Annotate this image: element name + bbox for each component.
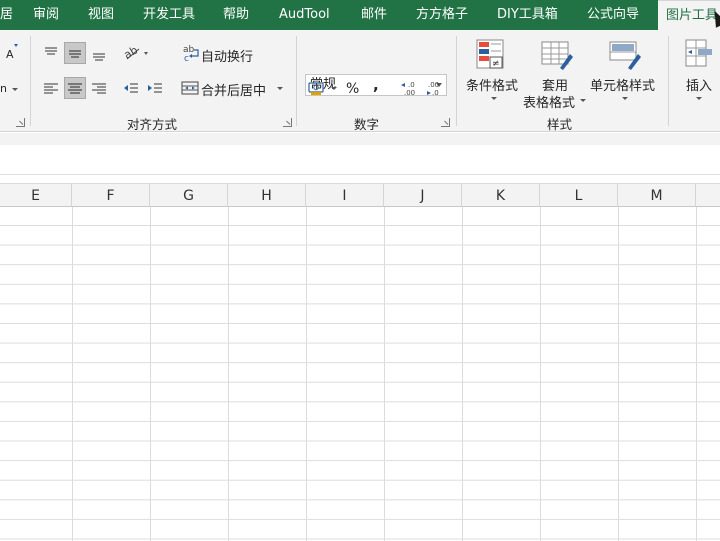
svg-text:.00: .00 bbox=[428, 81, 439, 89]
svg-text:.0: .0 bbox=[408, 81, 415, 89]
align-center-button[interactable] bbox=[64, 77, 86, 99]
tab-audtool[interactable]: AudTool bbox=[279, 0, 330, 30]
cell-styles-icon bbox=[608, 40, 642, 72]
grid-column-line bbox=[696, 207, 697, 541]
grid-column-line bbox=[150, 207, 151, 541]
column-header-f[interactable]: F bbox=[72, 184, 150, 207]
svg-text:c: c bbox=[184, 54, 189, 63]
increase-decimal-button[interactable]: .0.00 bbox=[398, 77, 420, 99]
conditional-format-button[interactable]: 条件格式 bbox=[466, 75, 518, 94]
text-orientation-button[interactable]: ab bbox=[120, 42, 152, 64]
alignment-group-label: 对齐方式 bbox=[127, 117, 178, 132]
align-right-button[interactable] bbox=[88, 77, 110, 99]
worksheet-grid[interactable] bbox=[0, 207, 720, 541]
font-shrink-arrow-icon bbox=[14, 44, 18, 47]
column-header-h[interactable]: H bbox=[228, 184, 306, 207]
column-header-e[interactable]: E bbox=[0, 184, 72, 207]
tab-mail[interactable]: 邮件 bbox=[361, 0, 387, 30]
tab-partial[interactable]: 居 bbox=[0, 0, 13, 30]
svg-text:.0: .0 bbox=[432, 89, 439, 97]
chevron-down-icon bbox=[580, 99, 586, 102]
tab-formula-wizard[interactable]: 公式向导 bbox=[587, 0, 639, 30]
conditional-format-icon: ≠ bbox=[475, 38, 507, 72]
chevron-down-icon bbox=[622, 97, 628, 100]
font-size-decrease[interactable]: A bbox=[6, 48, 14, 61]
group-separator bbox=[296, 36, 297, 126]
accounting-format-icon[interactable] bbox=[306, 77, 328, 99]
number-group-label: 数字 bbox=[354, 117, 380, 132]
decrease-indent-button[interactable] bbox=[120, 77, 142, 99]
decrease-decimal-button[interactable]: .00.0 bbox=[422, 77, 444, 99]
column-headers: E F G H I J K L M bbox=[0, 183, 720, 207]
styles-group-label: 样式 bbox=[547, 117, 573, 132]
number-dialog-launcher[interactable] bbox=[441, 118, 450, 127]
merge-center-icon[interactable] bbox=[179, 77, 201, 99]
svg-text:ab: ab bbox=[122, 43, 140, 61]
chevron-down-icon[interactable] bbox=[277, 87, 283, 90]
comma-style-button[interactable]: , bbox=[373, 76, 379, 94]
tab-fangfang[interactable]: 方方格子 bbox=[416, 0, 468, 30]
grid-column-line bbox=[540, 207, 541, 541]
grid-column-line bbox=[384, 207, 385, 541]
column-header-g[interactable]: G bbox=[150, 184, 228, 207]
align-middle-button[interactable] bbox=[64, 42, 86, 64]
grid-column-line bbox=[306, 207, 307, 541]
column-header-j[interactable]: J bbox=[384, 184, 462, 207]
chevron-down-icon[interactable] bbox=[331, 87, 337, 90]
ribbon-bottom-band bbox=[0, 133, 720, 145]
insert-button[interactable]: 插入 bbox=[686, 75, 712, 94]
grid-column-line bbox=[72, 207, 73, 541]
tab-developer[interactable]: 开发工具 bbox=[143, 0, 195, 30]
tab-review[interactable]: 审阅 bbox=[33, 0, 59, 30]
wrap-text-button[interactable]: 自动换行 bbox=[201, 46, 253, 65]
chevron-down-icon bbox=[696, 97, 702, 100]
align-left-button[interactable] bbox=[40, 77, 62, 99]
grid-column-line bbox=[228, 207, 229, 541]
column-header-l[interactable]: L bbox=[540, 184, 618, 207]
group-separator bbox=[456, 36, 457, 126]
cell-styles-button[interactable]: 单元格样式 bbox=[590, 75, 655, 94]
column-header-m[interactable]: M bbox=[618, 184, 696, 207]
font-label-n: n bbox=[0, 82, 7, 95]
grid-column-line bbox=[462, 207, 463, 541]
percent-style-button[interactable]: % bbox=[346, 81, 359, 97]
alignment-dialog-launcher[interactable] bbox=[283, 118, 292, 127]
tab-diy-toolbox[interactable]: DIY工具箱 bbox=[497, 0, 558, 30]
tab-view[interactable]: 视图 bbox=[88, 0, 114, 30]
format-as-table-button[interactable]: 表格格式 bbox=[523, 92, 575, 111]
ribbon: A n ab ab c 自动换行 合并后居中 对齐方式 常规 % , .0 .0… bbox=[0, 30, 720, 132]
align-bottom-button[interactable] bbox=[88, 42, 110, 64]
column-header-i[interactable]: I bbox=[306, 184, 384, 207]
format-as-table-icon bbox=[540, 40, 574, 72]
increase-indent-button[interactable] bbox=[144, 77, 166, 99]
align-top-button[interactable] bbox=[40, 42, 62, 64]
grid-column-line bbox=[618, 207, 619, 541]
chevron-down-icon bbox=[491, 97, 497, 100]
group-separator bbox=[668, 36, 669, 126]
font-dialog-launcher[interactable] bbox=[16, 118, 25, 127]
svg-text:≠: ≠ bbox=[492, 59, 500, 69]
column-header-k[interactable]: K bbox=[462, 184, 540, 207]
wrap-text-icon[interactable]: ab c bbox=[180, 42, 202, 64]
insert-cells-icon bbox=[684, 38, 714, 70]
tab-help[interactable]: 帮助 bbox=[223, 0, 249, 30]
merge-center-button[interactable]: 合并后居中 bbox=[201, 80, 266, 99]
chevron-down-icon bbox=[12, 88, 18, 91]
group-separator bbox=[30, 36, 31, 126]
svg-text:.00: .00 bbox=[404, 89, 415, 97]
ribbon-tab-bar: 居 审阅 视图 开发工具 帮助 AudTool 邮件 方方格子 DIY工具箱 公… bbox=[0, 0, 720, 30]
